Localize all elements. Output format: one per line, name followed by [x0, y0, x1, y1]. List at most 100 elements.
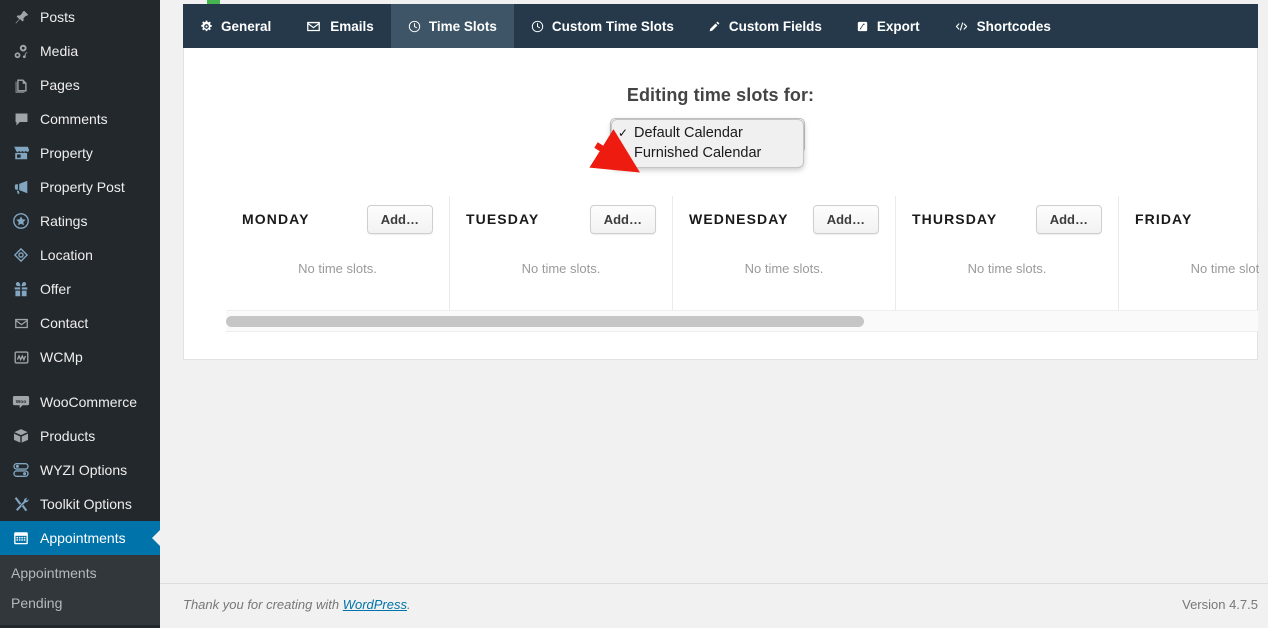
code-icon — [954, 20, 969, 33]
sidebar-item-appointments[interactable]: Appointments — [0, 521, 160, 555]
sidebar-item-label: Offer — [40, 281, 71, 297]
tab-label: Shortcodes — [976, 18, 1051, 34]
sidebar-item-products[interactable]: Products — [0, 419, 160, 453]
comment-icon — [11, 109, 31, 129]
day-header: TUESDAY Add… — [466, 196, 656, 242]
add-time-slot-button[interactable]: Add… — [1035, 204, 1102, 234]
tab-time-slots[interactable]: Time Slots — [390, 4, 514, 48]
page-icon — [11, 75, 31, 95]
sidebar-item-ratings[interactable]: Ratings — [0, 204, 160, 238]
sidebar-item-media[interactable]: Media — [0, 34, 160, 68]
wcmp-icon — [11, 347, 31, 367]
products-box-icon — [11, 426, 31, 446]
day-name-label: TUESDAY — [466, 211, 540, 227]
envelope-icon — [11, 313, 31, 333]
megaphone-icon — [11, 177, 31, 197]
day-name-label: FRIDAY — [1135, 211, 1193, 227]
horizontal-scrollbar-track[interactable] — [226, 310, 1258, 332]
day-header: WEDNESDAY Add… — [689, 196, 879, 242]
clock-icon — [531, 20, 544, 33]
tools-icon — [11, 494, 31, 514]
tab-label: Custom Fields — [728, 18, 822, 34]
pencil-icon — [708, 20, 721, 33]
footer-credit: Thank you for creating with WordPress. — [183, 597, 411, 612]
clock-icon — [408, 20, 421, 33]
pin-icon — [11, 7, 31, 27]
tab-label: Time Slots — [428, 18, 497, 34]
empty-state-text: No time slots. — [967, 261, 1047, 276]
sidebar-item-label: Comments — [40, 111, 108, 127]
sidebar-item-wyzi-options[interactable]: WYZI Options — [0, 453, 160, 487]
calendar-dropdown-popup[interactable]: ✓ Default Calendar Furnished Calendar — [611, 119, 804, 168]
add-time-slot-button[interactable]: Add… — [589, 204, 656, 234]
sidebar-item-location[interactable]: Location — [0, 238, 160, 272]
tab-custom-fields[interactable]: Custom Fields — [691, 4, 839, 48]
tab-shortcodes[interactable]: Shortcodes — [937, 4, 1068, 48]
sidebar-item-toolkit-options[interactable]: Toolkit Options — [0, 487, 160, 521]
horizontal-scrollbar-thumb[interactable] — [226, 316, 864, 327]
export-icon — [856, 20, 869, 33]
dropdown-option-default-calendar[interactable]: ✓ Default Calendar — [612, 123, 803, 143]
days-grid: MONDAY Add… No time slots. TUESDAY Add… No ti… — [226, 196, 1259, 310]
footer-thanks-suffix: . — [407, 597, 411, 612]
day-column-tuesday: TUESDAY Add… No time slots. — [449, 196, 672, 310]
day-column-monday: MONDAY Add… No time slots. — [226, 196, 449, 310]
sidebar-item-label: Property Post — [40, 179, 125, 195]
wordpress-link[interactable]: WordPress — [343, 597, 407, 612]
gear-icon — [200, 20, 213, 33]
tab-label: Emails — [330, 18, 374, 34]
wordpress-version: Version 4.7.5 — [1182, 597, 1258, 612]
tab-general[interactable]: General — [183, 4, 288, 48]
sidebar-item-label: Contact — [40, 315, 89, 331]
sidebar-subitem-appointments[interactable]: Appointments — [0, 559, 160, 589]
sidebar-item-label: Property — [40, 145, 93, 161]
sidebar-item-label: WYZI Options — [40, 462, 128, 478]
sidebar-submenu-appointments: Appointments Pending — [0, 555, 160, 625]
empty-state-text: No time slots. — [298, 261, 377, 276]
sidebar-item-posts[interactable]: Posts — [0, 0, 160, 34]
sidebar-item-contact[interactable]: Contact — [0, 306, 160, 340]
admin-sidebar: Posts Media Pages Comments Property Property … — [0, 0, 160, 628]
sidebar-item-label: Media — [40, 43, 79, 59]
tab-label: General — [221, 18, 272, 34]
sidebar-item-woocommerce[interactable]: Woo WooCommerce — [0, 385, 160, 419]
tab-emails[interactable]: Emails — [288, 4, 391, 48]
sidebar-item-wcmp[interactable]: WCMp — [0, 340, 160, 374]
empty-state-text: No time slots. — [521, 261, 601, 276]
days-scroll-viewport: MONDAY Add… No time slots. TUESDAY Add… No ti… — [184, 196, 1259, 310]
dropdown-option-furnished-calendar[interactable]: Furnished Calendar — [612, 143, 803, 163]
sidebar-item-label: Location — [40, 247, 93, 263]
sidebar-subitem-pending[interactable]: Pending — [0, 589, 160, 619]
day-header: THURSDAY Add… — [912, 196, 1102, 242]
sidebar-item-label: Toolkit Options — [40, 496, 132, 512]
star-badge-icon — [11, 211, 31, 231]
empty-state-text: No time slots. — [1190, 261, 1259, 276]
sidebar-item-label: Posts — [40, 9, 76, 25]
sidebar-item-pages[interactable]: Pages — [0, 68, 160, 102]
storefront-icon — [11, 143, 31, 163]
settings-tabbar: General Emails Time Slots Custom Time Slots… — [183, 4, 1258, 48]
media-icon — [11, 41, 31, 61]
footer-thanks-prefix: Thank you for creating with — [183, 597, 343, 612]
sidebar-item-property[interactable]: Property — [0, 136, 160, 170]
sidebar-item-property-post[interactable]: Property Post — [0, 170, 160, 204]
sidebar-item-comments[interactable]: Comments — [0, 102, 160, 136]
day-column-wednesday: WEDNESDAY Add… No time slots. — [672, 196, 895, 310]
sidebar-item-offer[interactable]: Offer — [0, 272, 160, 306]
tab-label: Custom Time Slots — [551, 18, 674, 34]
svg-text:Woo: Woo — [16, 399, 26, 405]
tab-label: Export — [876, 18, 920, 34]
day-header: MONDAY Add… — [242, 196, 433, 242]
sidebar-item-label: WCMp — [40, 349, 83, 365]
sidebar-item-label: Appointments — [40, 530, 126, 546]
screen: Posts Media Pages Comments Property Property … — [0, 0, 1268, 628]
add-time-slot-button[interactable]: Add… — [366, 204, 433, 234]
tab-custom-time-slots[interactable]: Custom Time Slots — [514, 4, 691, 48]
page-title: Editing time slots for: — [626, 85, 815, 105]
add-time-slot-button[interactable]: Add… — [812, 204, 879, 234]
sidebar-item-label: Products — [40, 428, 96, 444]
empty-state-text: No time slots. — [744, 261, 824, 276]
woocommerce-icon: Woo — [11, 392, 31, 412]
tab-export[interactable]: Export — [839, 4, 937, 48]
time-slots-panel: Editing time slots for: ✓ Default Calenda… — [183, 48, 1259, 360]
